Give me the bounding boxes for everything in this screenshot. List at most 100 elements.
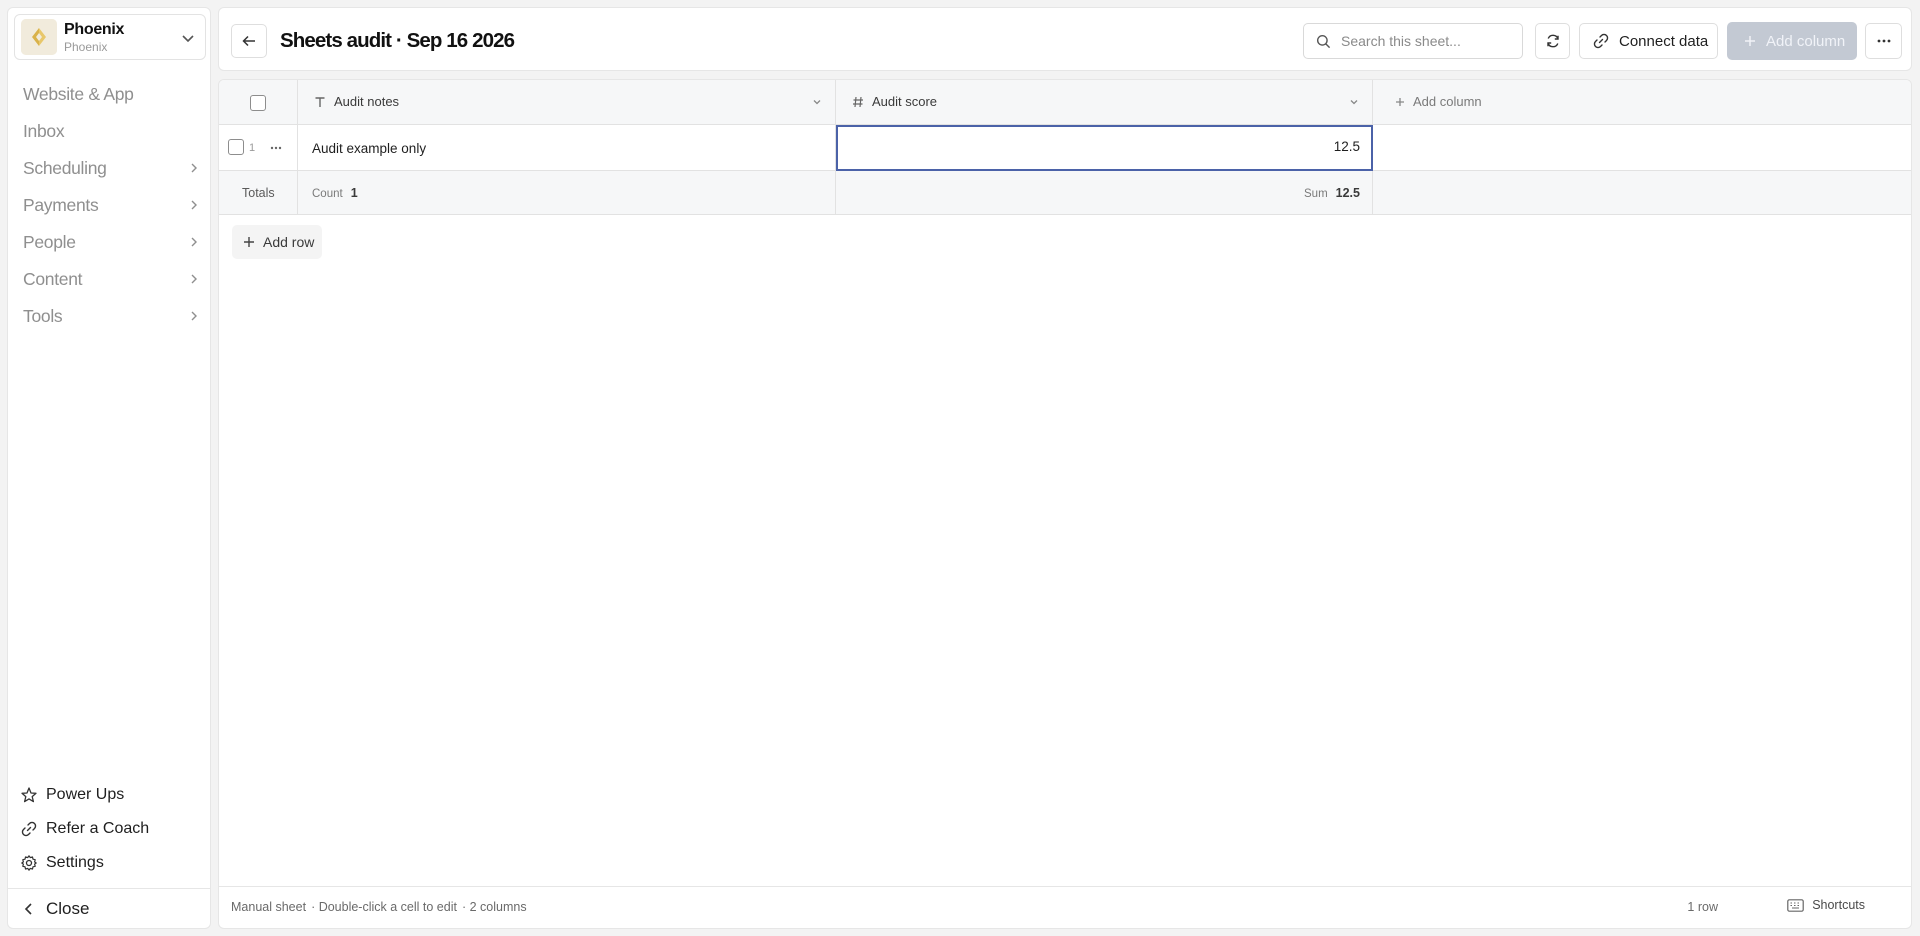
- page-title: Sheets audit · Sep 16 2026: [280, 29, 515, 52]
- nav-item-inbox[interactable]: Inbox: [8, 113, 210, 150]
- nav-item-scheduling[interactable]: Scheduling: [8, 150, 210, 187]
- nav-item-payments[interactable]: Payments: [8, 187, 210, 224]
- chevron-right-icon: [191, 200, 197, 210]
- chevron-right-icon: [191, 274, 197, 284]
- refresh-button[interactable]: [1535, 23, 1570, 59]
- chevron-left-icon: [24, 902, 32, 915]
- settings-label: Settings: [46, 854, 104, 871]
- sheet-grid: Audit notes Audit score Add column 1 Aud…: [218, 79, 1912, 929]
- total-aggregate-value: 1: [350, 186, 358, 200]
- chevron-right-icon: [191, 311, 197, 321]
- nav-item-content[interactable]: Content: [8, 261, 210, 298]
- more-horizontal-icon[interactable]: [269, 141, 283, 155]
- nav-item-label: Inbox: [23, 121, 65, 141]
- cell-value: 12.5: [1333, 139, 1360, 154]
- arrow-left-icon: [242, 35, 255, 47]
- table-row: 1 Audit example only 12.5: [219, 125, 1911, 171]
- chevron-right-icon: [191, 163, 197, 173]
- account-subtitle: Phoenix: [64, 39, 108, 54]
- select-all-cell: [219, 80, 298, 124]
- shortcuts-button[interactable]: Shortcuts: [1787, 898, 1865, 912]
- sheet-type: Manual sheet: [231, 900, 307, 914]
- sidebar-footer: Power Ups Refer a Coach Settings Close: [8, 778, 210, 928]
- refer-coach-link[interactable]: Refer a Coach: [8, 812, 210, 846]
- close-sidebar-button[interactable]: Close: [8, 888, 210, 928]
- star-icon: [21, 787, 37, 803]
- nav-item-website-app[interactable]: Website & App: [8, 76, 210, 113]
- nav-item-label: Tools: [23, 306, 63, 326]
- add-column-header[interactable]: Add column: [1373, 80, 1911, 124]
- total-aggregate-value: 12.5: [1335, 186, 1360, 200]
- add-column-button[interactable]: Add column: [1727, 22, 1857, 60]
- power-ups-link[interactable]: Power Ups: [8, 778, 210, 812]
- row-count: 1 row: [1687, 900, 1718, 914]
- select-all-checkbox[interactable]: [250, 95, 266, 111]
- link-icon: [21, 821, 37, 837]
- gear-icon: [21, 855, 37, 871]
- close-label: Close: [46, 898, 90, 918]
- row-controls: 1: [219, 125, 298, 170]
- add-row-button[interactable]: Add row: [232, 225, 322, 259]
- refer-coach-label: Refer a Coach: [46, 820, 150, 837]
- selected-cell-outline: [836, 125, 1373, 171]
- nav-item-label: Scheduling: [23, 158, 107, 178]
- number-type-icon: [853, 96, 863, 107]
- row-checkbox[interactable]: [228, 139, 244, 155]
- plus-icon: [1396, 97, 1404, 106]
- plus-icon: [244, 237, 254, 247]
- search-icon: [1316, 34, 1331, 48]
- nav-item-people[interactable]: People: [8, 224, 210, 261]
- link-icon: [1593, 33, 1609, 49]
- total-audit-notes[interactable]: Count 1: [298, 171, 836, 214]
- column-header-label: Audit score: [872, 94, 938, 109]
- cell-audit-score[interactable]: 12.5: [836, 125, 1373, 171]
- chevron-down-icon: [182, 35, 194, 43]
- totals-row: Totals Count 1 Sum 12.5: [219, 171, 1911, 215]
- sheet-footer: Manual sheet · Double-click a cell to ed…: [219, 886, 1911, 928]
- cell-audit-notes[interactable]: Audit example only: [298, 125, 836, 170]
- column-header-audit-notes[interactable]: Audit notes: [298, 80, 836, 124]
- account-name: Phoenix: [64, 20, 125, 38]
- account-switcher[interactable]: Phoenix Phoenix: [14, 14, 206, 60]
- nav-item-label: Payments: [23, 195, 99, 215]
- add-row-label: Add row: [263, 234, 315, 250]
- nav-item-tools[interactable]: Tools: [8, 298, 210, 335]
- phoenix-logo-icon: [21, 19, 57, 55]
- back-button[interactable]: [231, 24, 267, 58]
- shortcuts-label: Shortcuts: [1812, 898, 1865, 912]
- connect-data-button[interactable]: Connect data: [1579, 23, 1718, 59]
- connect-data-label: Connect data: [1619, 32, 1709, 50]
- chevron-right-icon: [191, 237, 197, 247]
- column-count: · 2 columns: [461, 900, 527, 914]
- total-audit-score[interactable]: Sum 12.5: [836, 171, 1373, 214]
- sidebar: Phoenix Phoenix Website & App Inbox Sche…: [7, 7, 211, 929]
- settings-link[interactable]: Settings: [8, 846, 210, 880]
- column-header-label: Audit notes: [334, 94, 400, 109]
- chevron-down-icon[interactable]: [812, 97, 822, 107]
- main-nav: Website & App Inbox Scheduling Payments …: [8, 76, 210, 335]
- power-ups-label: Power Ups: [46, 786, 125, 803]
- nav-item-label: People: [23, 232, 76, 252]
- column-header-row: Audit notes Audit score Add column: [219, 80, 1911, 125]
- empty-cell[interactable]: [1373, 125, 1911, 170]
- page-header: Sheets audit · Sep 16 2026 Connect data …: [218, 7, 1912, 71]
- empty-total-cell: [1373, 171, 1911, 214]
- totals-label-cell: Totals: [219, 171, 298, 214]
- search-input[interactable]: [1341, 33, 1511, 49]
- totals-label: Totals: [242, 186, 275, 200]
- add-column-label: Add column: [1766, 32, 1846, 50]
- edit-hint: · Double-click a cell to edit: [311, 900, 457, 914]
- main-area: Sheets audit · Sep 16 2026 Connect data …: [218, 7, 1912, 929]
- more-options-button[interactable]: [1865, 23, 1902, 59]
- keyboard-icon: [1787, 898, 1804, 912]
- search-box[interactable]: [1303, 23, 1523, 59]
- add-column-header-label: Add column: [1413, 94, 1482, 109]
- more-horizontal-icon: [1877, 39, 1890, 43]
- total-aggregate-label: Count: [312, 188, 343, 200]
- text-type-icon: [315, 96, 325, 107]
- nav-item-label: Content: [23, 269, 83, 289]
- refresh-icon: [1546, 34, 1559, 48]
- chevron-down-icon[interactable]: [1349, 97, 1359, 107]
- cell-value: Audit example only: [312, 141, 427, 156]
- column-header-audit-score[interactable]: Audit score: [836, 80, 1373, 124]
